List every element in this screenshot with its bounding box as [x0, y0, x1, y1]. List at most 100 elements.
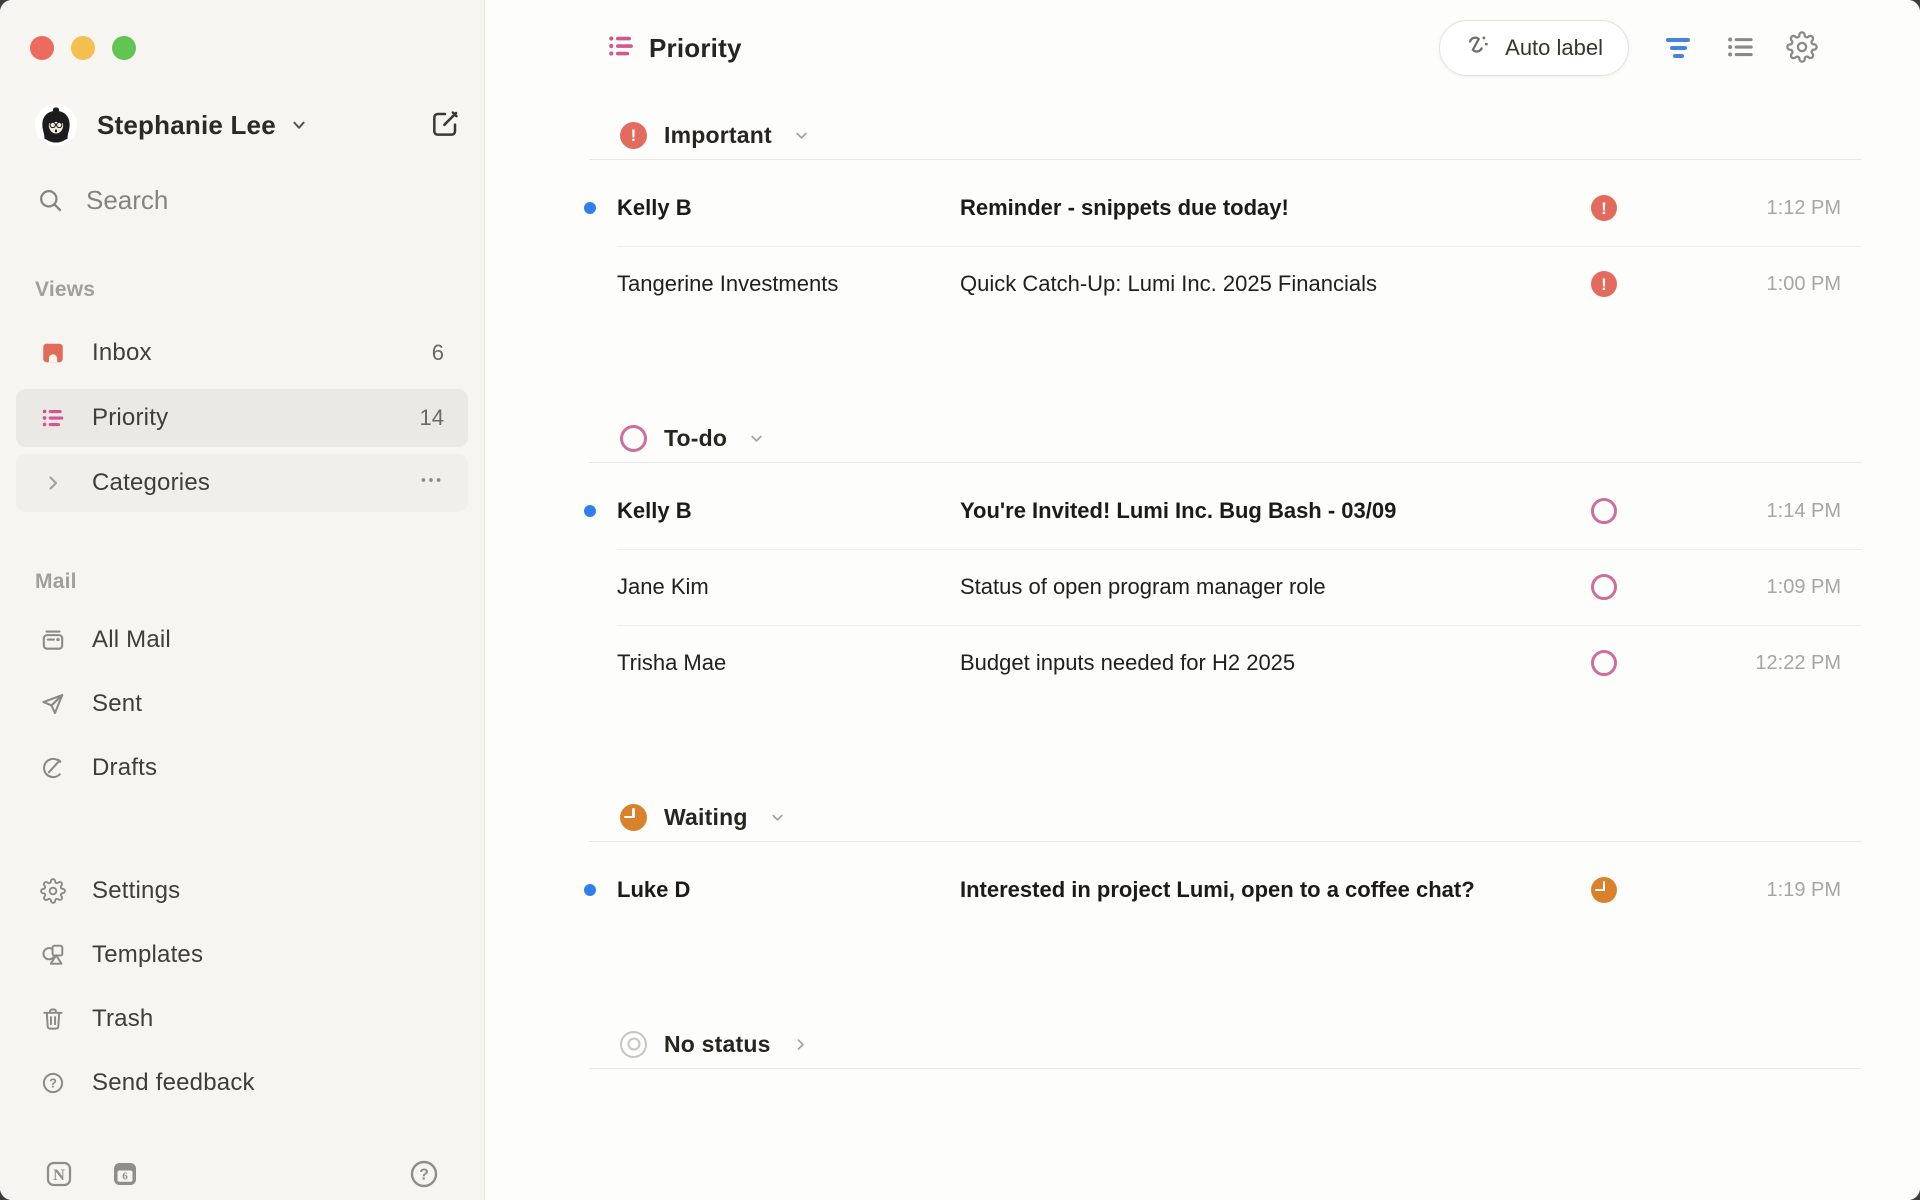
chevron-right-icon[interactable]	[791, 1035, 810, 1054]
search-placeholder: Search	[86, 185, 168, 216]
waiting-status-icon[interactable]	[1591, 877, 1617, 903]
inbox-icon	[40, 340, 66, 366]
sidebar-item-label: Sent	[92, 690, 444, 718]
email-group: Important Kelly B Reminder - snippets du…	[485, 115, 1920, 322]
minimize-window-button[interactable]	[71, 36, 95, 60]
mail-section-label: Mail	[35, 570, 484, 592]
window-controls	[30, 36, 484, 60]
sidebar-item-drafts[interactable]: Drafts	[16, 739, 468, 797]
sidebar-item-label: Settings	[92, 877, 444, 905]
sidebar-item-trash[interactable]: Trash	[16, 990, 468, 1048]
view-settings-button[interactable]	[1784, 30, 1820, 66]
sidebar-item-inbox[interactable]: Inbox 6	[16, 324, 468, 382]
auto-label-icon	[1465, 32, 1492, 65]
chevron-down-icon[interactable]	[747, 429, 766, 448]
gear-icon	[1786, 31, 1818, 66]
inbox-count: 6	[432, 340, 444, 366]
email-group-list: Important Kelly B Reminder - snippets du…	[485, 96, 1920, 1200]
help-icon: ?	[408, 1158, 440, 1193]
calendar-button[interactable]: 6	[110, 1159, 140, 1192]
email-row[interactable]: Kelly B You're Invited! Lumi Inc. Bug Ba…	[485, 473, 1920, 549]
group-rows: Kelly B You're Invited! Lumi Inc. Bug Ba…	[485, 463, 1920, 701]
email-row[interactable]: Luke D Interested in project Lumi, open …	[485, 852, 1920, 928]
notion-logo-icon: N	[44, 1159, 74, 1192]
email-status-column	[1576, 498, 1632, 524]
waiting-status-icon	[620, 804, 647, 831]
svg-text:?: ?	[49, 1076, 57, 1090]
todo-status-icon[interactable]	[1591, 650, 1617, 676]
email-group-header[interactable]: To-do	[485, 418, 1920, 458]
sidebar-item-priority[interactable]: Priority 14	[16, 389, 468, 447]
sidebar-item-settings[interactable]: Settings	[16, 862, 468, 920]
email-row[interactable]: Jane Kim Status of open program manager …	[485, 549, 1920, 625]
email-row[interactable]: Trisha Mae Budget inputs needed for H2 2…	[485, 625, 1920, 701]
todo-status-icon[interactable]	[1591, 574, 1617, 600]
email-sender: Kelly B	[617, 498, 960, 524]
email-row[interactable]: Tangerine Investments Quick Catch-Up: Lu…	[485, 246, 1920, 322]
email-status-column	[1576, 195, 1632, 221]
sidebar-item-sent[interactable]: Sent	[16, 675, 468, 733]
chevron-down-icon[interactable]	[792, 126, 811, 145]
email-group: To-do Kelly B You're Invited! Lumi Inc. …	[485, 418, 1920, 701]
email-subject: Quick Catch-Up: Lumi Inc. 2025 Financial…	[960, 271, 1576, 297]
sidebar-item-label: Inbox	[92, 339, 406, 367]
sidebar-footer: N 6 ?	[0, 1157, 484, 1193]
email-subject: Status of open program manager role	[960, 574, 1576, 600]
sidebar-item-send-feedback[interactable]: ? Send feedback	[16, 1054, 468, 1112]
list-view-button[interactable]	[1722, 30, 1758, 66]
email-group-header[interactable]: Waiting	[485, 797, 1920, 837]
search-input[interactable]: Search	[35, 180, 464, 220]
chevron-down-icon[interactable]	[768, 808, 787, 827]
email-subject: Reminder - snippets due today!	[960, 195, 1576, 221]
notion-logo-button[interactable]: N	[44, 1159, 74, 1192]
email-group: Waiting Luke D Interested in project Lum…	[485, 797, 1920, 928]
unread-dot-icon	[584, 202, 596, 214]
compose-icon	[429, 108, 461, 143]
important-status-icon	[620, 122, 647, 149]
compose-button[interactable]	[426, 106, 464, 144]
sidebar-item-label: Drafts	[92, 754, 444, 782]
important-status-icon[interactable]	[1591, 195, 1617, 221]
main-header: Priority Auto label	[485, 0, 1920, 96]
email-subject: Budget inputs needed for H2 2025	[960, 650, 1576, 676]
search-icon	[37, 187, 64, 214]
sidebar-item-label: Send feedback	[92, 1069, 444, 1097]
email-status-column	[1576, 877, 1632, 903]
svg-text:N: N	[53, 1165, 65, 1183]
views-section-label: Views	[35, 278, 484, 300]
account-switcher[interactable]: Stephanie Lee	[35, 103, 464, 147]
email-row[interactable]: Kelly B Reminder - snippets due today! 1…	[485, 170, 1920, 246]
email-time: 12:22 PM	[1755, 652, 1862, 675]
sidebar-item-all-mail[interactable]: All Mail	[16, 611, 468, 669]
filter-button[interactable]	[1660, 30, 1696, 66]
sidebar-item-label: Templates	[92, 941, 444, 969]
none-status-icon	[620, 1031, 647, 1058]
sidebar-item-categories[interactable]: Categories	[16, 454, 468, 512]
unread-dot-column	[584, 884, 617, 896]
important-status-icon[interactable]	[1591, 271, 1617, 297]
mail-app-window: Stephanie Lee Search Views	[0, 0, 1920, 1200]
close-window-button[interactable]	[30, 36, 54, 60]
svg-text:?: ?	[419, 1166, 429, 1183]
todo-status-icon	[620, 425, 647, 452]
account-name: Stephanie Lee	[97, 110, 276, 141]
email-group-header[interactable]: No status	[485, 1024, 1920, 1064]
email-time: 1:19 PM	[1767, 879, 1862, 902]
help-button[interactable]: ?	[408, 1158, 440, 1193]
header-controls: Auto label	[1439, 20, 1820, 76]
auto-label-button[interactable]: Auto label	[1439, 20, 1629, 76]
sidebar: Stephanie Lee Search Views	[0, 0, 485, 1200]
sidebar-item-label: Trash	[92, 1005, 444, 1033]
group-label: To-do	[664, 425, 727, 452]
email-group-header[interactable]: Important	[485, 115, 1920, 155]
email-sender: Jane Kim	[617, 574, 960, 600]
paper-plane-icon	[40, 691, 66, 717]
email-time: 1:12 PM	[1767, 197, 1862, 220]
group-rows: Kelly B Reminder - snippets due today! 1…	[485, 160, 1920, 322]
question-circle-icon: ?	[40, 1070, 66, 1096]
ellipsis-icon[interactable]	[418, 467, 444, 499]
todo-status-icon[interactable]	[1591, 498, 1617, 524]
view-title: Priority	[606, 31, 742, 66]
sidebar-item-templates[interactable]: Templates	[16, 926, 468, 984]
zoom-window-button[interactable]	[112, 36, 136, 60]
